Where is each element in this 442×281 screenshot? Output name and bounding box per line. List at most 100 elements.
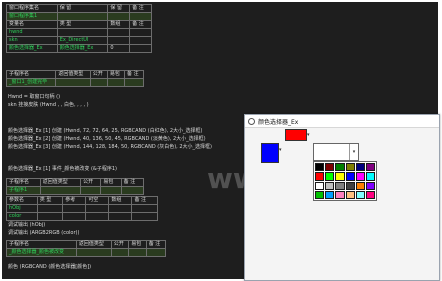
chevron-down-icon[interactable]: ▾ xyxy=(349,144,358,160)
palette-color-swatch[interactable] xyxy=(315,181,325,190)
palette-color-swatch[interactable] xyxy=(315,190,325,199)
cell: 参考 xyxy=(62,196,87,205)
palette-color-swatch[interactable] xyxy=(365,172,375,181)
cell xyxy=(131,204,158,213)
cell[interactable]: 颜色选择器_Ex xyxy=(6,44,58,53)
cell xyxy=(129,12,152,21)
cell: 备 注 xyxy=(124,70,144,79)
code-line[interactable]: Hwnd = 取窗口句柄 () xyxy=(8,94,60,100)
sub1-table: 子程序名 返回值类型 公开 易包 备 注 _窗口1_创建完毕 xyxy=(5,70,144,87)
palette-color-swatch[interactable] xyxy=(365,163,375,172)
assembly-header-row: 窗口程序集名 保 留 保 留 备 注 xyxy=(6,4,152,13)
small-color-swatch[interactable] xyxy=(261,143,279,163)
palette-color-swatch[interactable] xyxy=(335,172,345,181)
cell: 窗口程序集1 xyxy=(6,12,58,21)
cell[interactable] xyxy=(129,36,152,45)
sub3-name[interactable]: _颜色选择器_颜色被改变 xyxy=(6,248,77,257)
palette-color-swatch[interactable] xyxy=(345,172,355,181)
cell: 易包 xyxy=(128,240,147,249)
cell xyxy=(89,78,108,87)
palette-color-swatch[interactable] xyxy=(355,190,365,199)
sub3-table: 子程序名 返回值类型 公开 易包 备 注 _颜色选择器_颜色被改变 xyxy=(6,240,167,257)
palette-color-swatch[interactable] xyxy=(365,190,375,199)
dialog-title: 颜色选择器_Ex xyxy=(258,118,299,126)
palette-color-swatch[interactable] xyxy=(335,190,345,199)
cell xyxy=(108,204,133,213)
chevron-down-icon[interactable]: ▾ xyxy=(307,132,310,138)
cell xyxy=(131,212,158,221)
main-color-swatch[interactable] xyxy=(285,129,307,141)
var-header-row: 变量名 类 型 数组 备 注 xyxy=(6,20,152,29)
cell: 类 型 xyxy=(36,196,64,205)
palette-color-swatch[interactable] xyxy=(335,163,345,172)
code-line[interactable]: skn 挂接皮肤 (Hwnd , , 白色, , , , ) xyxy=(8,102,89,108)
cell[interactable] xyxy=(129,44,152,53)
color-palette[interactable] xyxy=(313,161,377,201)
cell[interactable]: hwnd xyxy=(6,28,58,37)
palette-color-swatch[interactable] xyxy=(355,172,365,181)
cell xyxy=(107,12,131,21)
cell: 备 注 xyxy=(129,20,152,29)
cell[interactable] xyxy=(56,28,109,37)
cell xyxy=(62,204,87,213)
cell xyxy=(39,186,82,195)
chevron-down-icon[interactable]: ▾ xyxy=(279,147,282,153)
palette-color-swatch[interactable] xyxy=(355,181,365,190)
cell xyxy=(106,78,126,87)
cell xyxy=(124,78,144,87)
code-line[interactable]: 颜色选择器_Ex [3] 创建 (Hwnd, 144, 128, 184, 50… xyxy=(8,144,212,150)
cell xyxy=(75,248,112,257)
code-line[interactable]: 颜色选择器_Ex [2] 创建 (Hwnd, 40, 136, 50, 45, … xyxy=(8,136,206,142)
cell[interactable] xyxy=(107,36,131,45)
sub1-name[interactable]: _窗口1_创建完毕 xyxy=(5,78,57,87)
cell xyxy=(55,78,91,87)
cell[interactable]: 0 xyxy=(107,44,131,53)
cell: 备 注 xyxy=(131,196,158,205)
cell xyxy=(128,248,147,257)
dialog-titlebar[interactable]: 颜色选择器_Ex xyxy=(245,115,439,128)
code-line[interactable]: 颜色 (RGBCAND (颜色选择器[颜色]) xyxy=(8,264,91,270)
cell: 易包 xyxy=(106,70,126,79)
param-name[interactable]: color xyxy=(6,212,38,221)
cell[interactable]: 颜色选择器_Ex xyxy=(56,44,109,53)
app-icon xyxy=(248,117,255,125)
cell: 子程序名 xyxy=(6,178,41,187)
palette-color-swatch[interactable] xyxy=(345,163,355,172)
palette-color-swatch[interactable] xyxy=(355,163,365,172)
cell: 返回值类型 xyxy=(39,178,82,187)
sub2-name[interactable]: 子程序1 xyxy=(6,186,41,195)
assembly-table: 窗口程序集名 保 留 保 留 备 注 窗口程序集1 变量名 类 型 数组 备 注… xyxy=(6,4,152,53)
palette-color-swatch[interactable] xyxy=(335,181,345,190)
palette-color-swatch[interactable] xyxy=(315,163,325,172)
palette-color-swatch[interactable] xyxy=(315,172,325,181)
cell xyxy=(36,204,64,213)
palette-color-swatch[interactable] xyxy=(325,190,335,199)
assembly-name-row: 窗口程序集1 xyxy=(6,12,152,21)
cell[interactable]: skn xyxy=(6,36,58,45)
cell: 数组 xyxy=(107,20,131,29)
cell xyxy=(110,248,130,257)
cell[interactable] xyxy=(107,28,131,37)
param-name[interactable]: hObj xyxy=(6,204,38,213)
code-line[interactable]: 调试输出 (ARGB2RGB (color)) xyxy=(8,230,79,236)
code-line[interactable]: 颜色选择器_Ex [1] 创建 (Hwnd, 72, 72, 64, 25, R… xyxy=(8,128,202,134)
cell xyxy=(85,204,110,213)
palette-color-swatch[interactable] xyxy=(365,181,375,190)
palette-color-swatch[interactable] xyxy=(325,172,335,181)
cell: 子程序名 xyxy=(5,70,57,79)
palette-color-swatch[interactable] xyxy=(345,181,355,190)
cell: 保 留 xyxy=(56,4,109,13)
cell: 备 注 xyxy=(145,240,167,249)
palette-color-swatch[interactable] xyxy=(325,163,335,172)
var-row: skn Ex_DirectUI xyxy=(6,36,152,45)
code-line[interactable]: 调试输出 (hObj) xyxy=(8,222,45,228)
color-picker-dialog: 颜色选择器_Ex ▾ ▾ ▾ xyxy=(244,114,440,281)
cell[interactable] xyxy=(129,28,152,37)
cell xyxy=(108,212,133,221)
cell xyxy=(145,248,167,257)
palette-color-swatch[interactable] xyxy=(345,190,355,199)
palette-color-swatch[interactable] xyxy=(325,181,335,190)
cell[interactable]: Ex_DirectUI xyxy=(56,36,109,45)
code-line[interactable]: 颜色选择器_Ex [1] 事件_颜色被改变 (&子程序1) xyxy=(8,166,117,172)
color-dropdown[interactable]: ▾ xyxy=(313,143,359,161)
